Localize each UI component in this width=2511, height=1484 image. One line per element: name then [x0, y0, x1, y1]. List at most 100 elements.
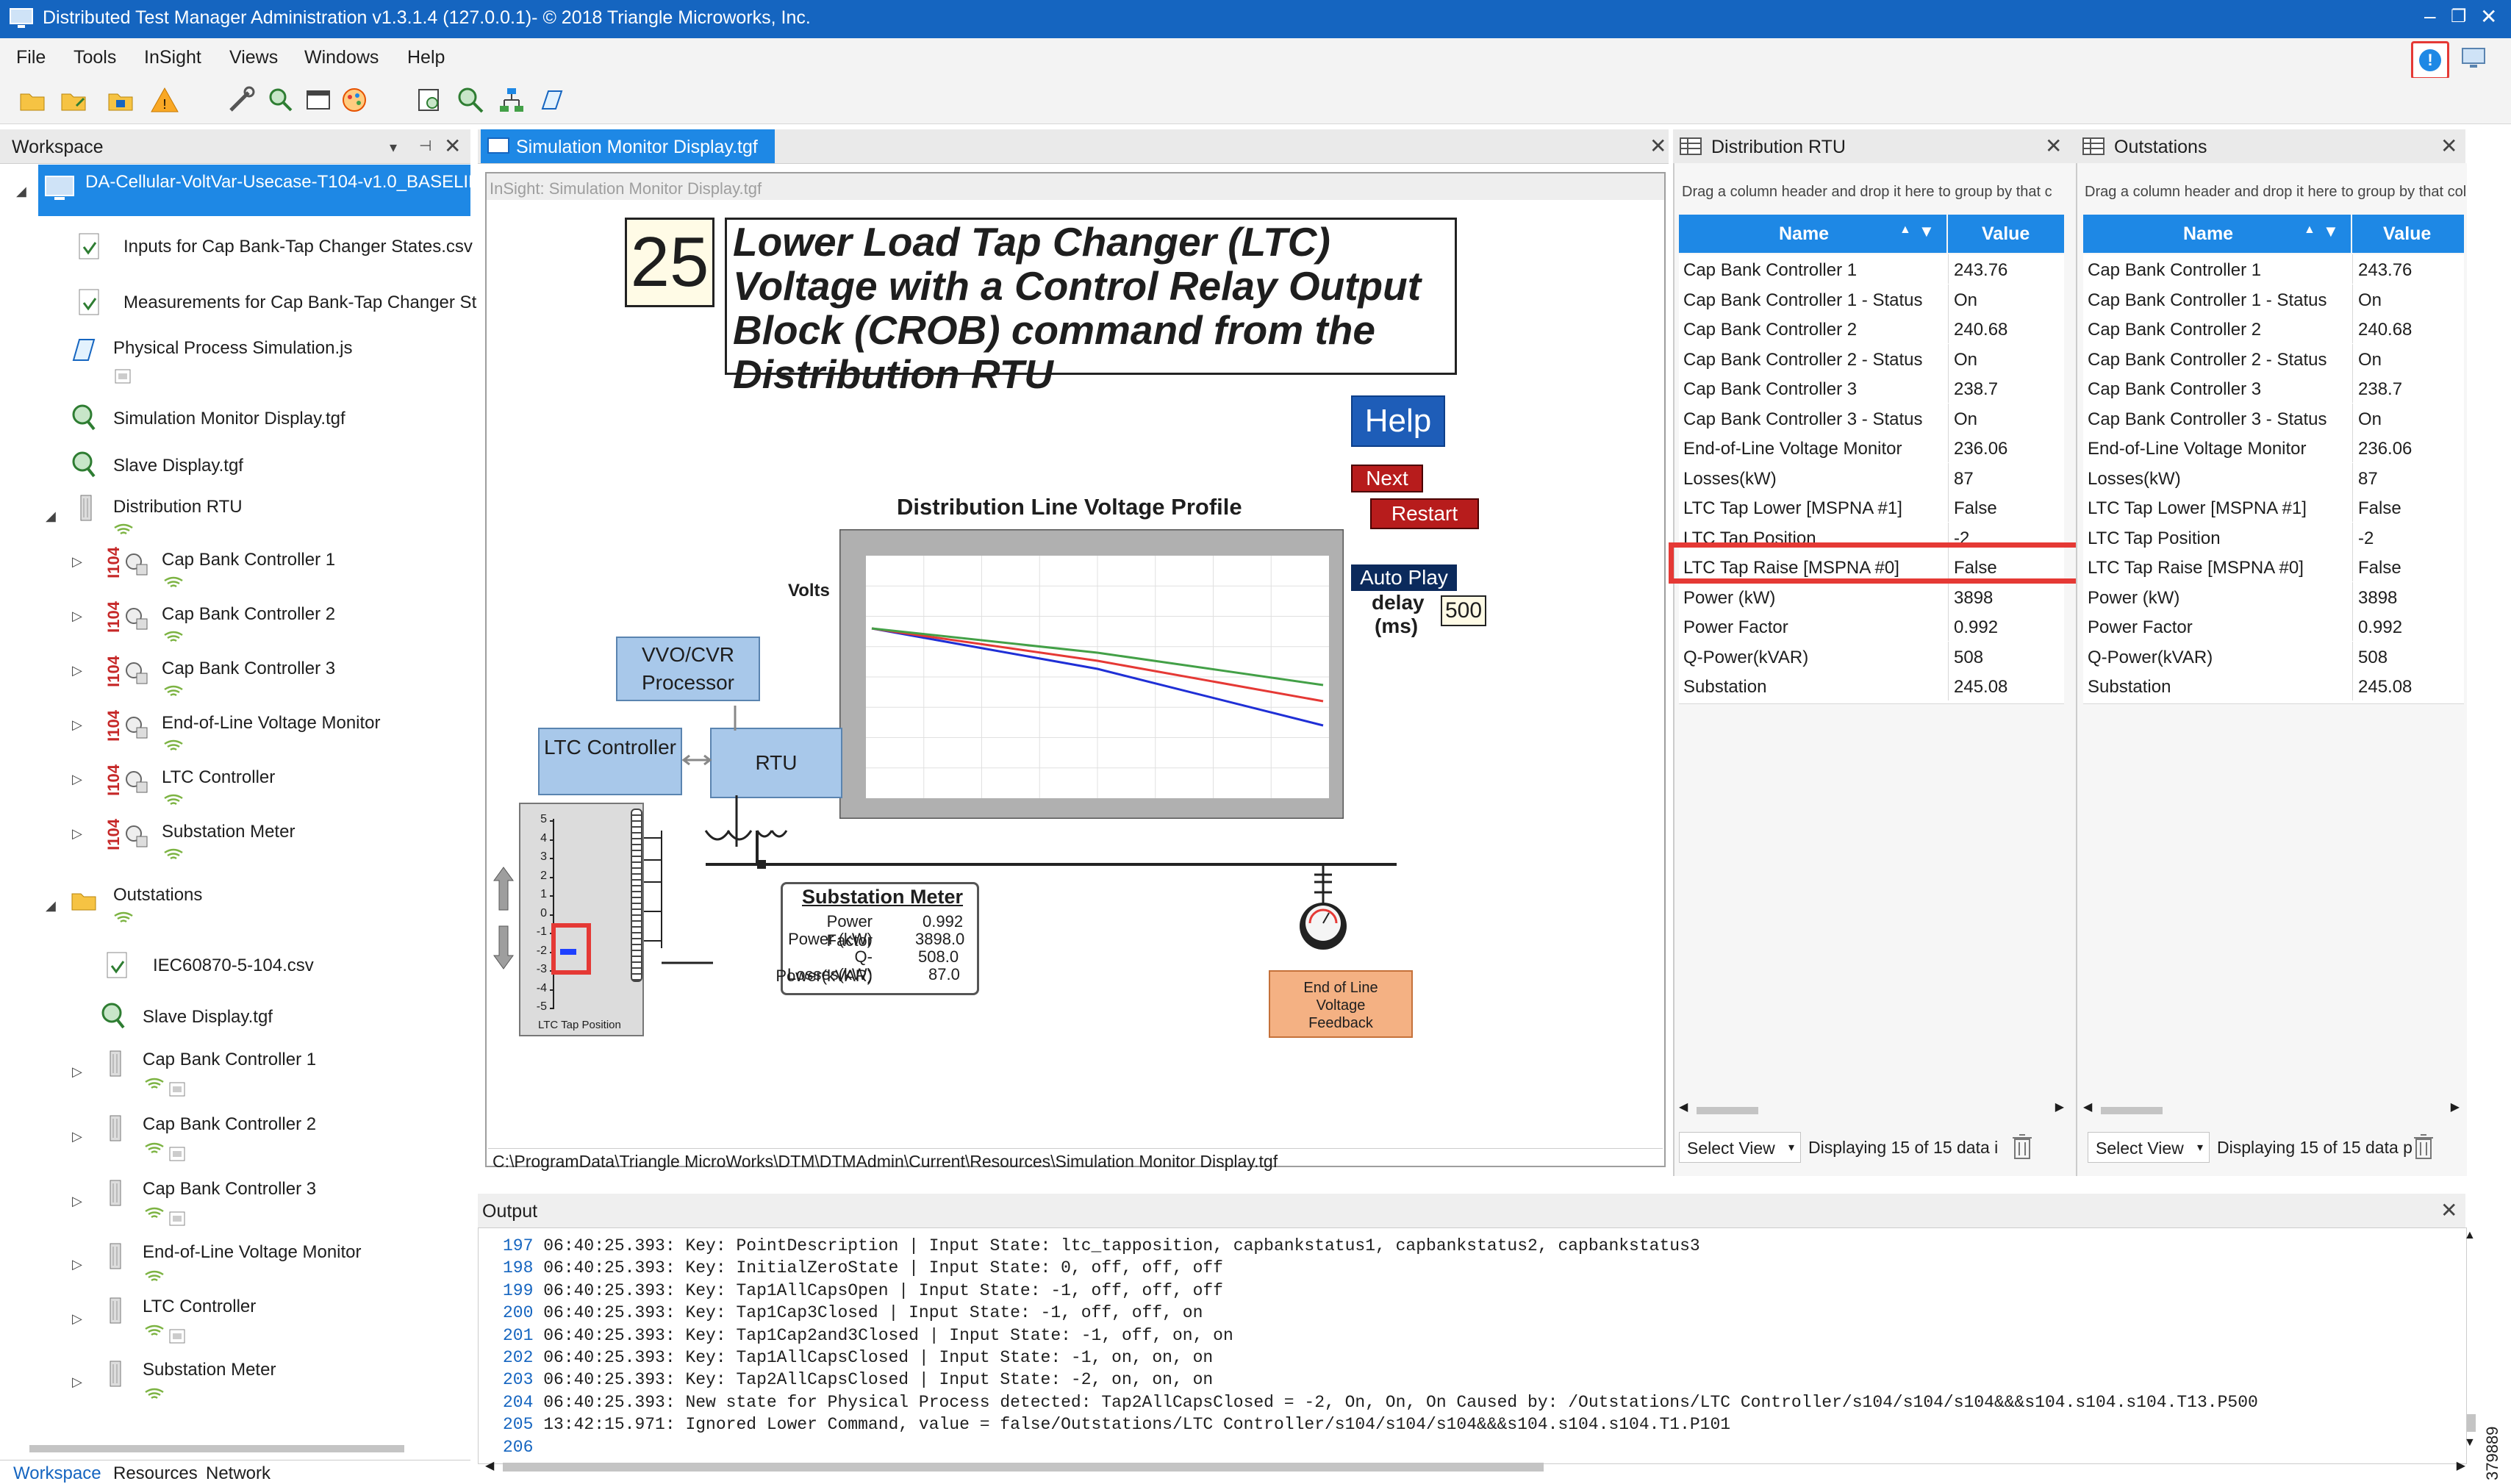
table-row[interactable]: Cap Bank Controller 3 - Status On: [1679, 403, 2064, 437]
network-tree-icon[interactable]: [497, 85, 526, 115]
filter-icon[interactable]: ▼: [1919, 222, 1935, 241]
collapse-icon[interactable]: ◢: [16, 184, 26, 199]
table-row[interactable]: Cap Bank Controller 3 238.7: [2083, 373, 2464, 406]
col-header-value[interactable]: Value: [2352, 215, 2464, 253]
meter-label: Power (kW): [788, 930, 873, 948]
delay-input[interactable]: 500: [1441, 595, 1486, 626]
autoplay-button[interactable]: Auto Play: [1351, 564, 1457, 591]
restore-icon[interactable]: ❐: [2451, 6, 2467, 27]
tap-up-down-arrows[interactable]: [492, 866, 515, 970]
table-row[interactable]: Power (kW) 3898: [1679, 581, 2064, 615]
cell-value: 87: [1954, 468, 1974, 489]
table-row[interactable]: Losses(kW) 87: [2083, 462, 2464, 496]
remote-monitor-icon[interactable]: [2460, 46, 2492, 72]
display-edit-icon[interactable]: [415, 85, 444, 115]
table-row[interactable]: Cap Bank Controller 2 - Status On: [1679, 343, 2064, 377]
help-button[interactable]: Help: [1351, 395, 1445, 447]
table-row[interactable]: End-of-Line Voltage Monitor 236.06: [2083, 433, 2464, 466]
table-row[interactable]: Cap Bank Controller 1 - Status On: [2083, 284, 2464, 318]
csv-file-icon: [79, 233, 99, 259]
close-out-icon[interactable]: ✕: [2440, 134, 2457, 158]
output-hscrollbar[interactable]: ◀ ▶: [485, 1460, 2470, 1476]
dropdown-icon[interactable]: ▾: [390, 138, 397, 157]
tap-tick-label: 3: [540, 850, 547, 863]
tree-item-label: Cap Bank Controller 2: [162, 604, 336, 624]
tab-network[interactable]: Network: [206, 1463, 271, 1484]
rtu-hscrollbar[interactable]: ◀ ▶: [1679, 1101, 2064, 1117]
save-icon[interactable]: [106, 85, 135, 115]
menu-file[interactable]: File: [16, 47, 46, 68]
tab-workspace[interactable]: Workspace: [13, 1463, 101, 1484]
table-row[interactable]: Cap Bank Controller 3 238.7: [1679, 373, 2064, 406]
output-vscrollbar[interactable]: ▲ ▼: [2464, 1229, 2479, 1449]
tap-tick-label: 0: [540, 906, 547, 920]
out-hscrollbar[interactable]: ◀ ▶: [2083, 1101, 2464, 1117]
table-row[interactable]: Cap Bank Controller 2 - Status On: [2083, 343, 2464, 377]
cell-value: False: [2358, 558, 2401, 578]
window-icon[interactable]: [304, 85, 334, 115]
col-header-name[interactable]: Name ▲ ▼: [2083, 215, 2351, 253]
output-title: Output: [482, 1201, 538, 1222]
trash-icon[interactable]: [2413, 1133, 2435, 1160]
table-row[interactable]: LTC Tap Position -2: [2083, 522, 2464, 556]
rtu-select-view[interactable]: Select View ▾: [1679, 1132, 1801, 1163]
close-output-icon[interactable]: ✕: [2440, 1198, 2457, 1222]
col-header-value[interactable]: Value: [1948, 215, 2064, 253]
menu-help[interactable]: Help: [407, 47, 445, 68]
close-workspace-icon[interactable]: ✕: [444, 134, 461, 158]
table-row[interactable]: LTC Tap Lower [MSPNA #1] False: [2083, 492, 2464, 526]
table-row[interactable]: Cap Bank Controller 1 - Status On: [1679, 284, 2064, 318]
menu-views[interactable]: Views: [229, 47, 278, 68]
wifi-icon: [164, 576, 183, 588]
tools-icon[interactable]: [226, 85, 256, 115]
open-folder-icon[interactable]: [18, 85, 47, 115]
collapse-icon[interactable]: ◢: [46, 509, 56, 524]
menu-windows[interactable]: Windows: [304, 47, 379, 68]
open-workspace-icon[interactable]: [59, 85, 88, 115]
table-row[interactable]: Cap Bank Controller 3 - Status On: [2083, 403, 2464, 437]
close-rtu-icon[interactable]: ✕: [2045, 134, 2062, 158]
table-row[interactable]: Cap Bank Controller 1 243.76: [2083, 254, 2464, 287]
table-row[interactable]: Cap Bank Controller 2 240.68: [2083, 314, 2464, 347]
table-row[interactable]: LTC Tap Lower [MSPNA #1] False: [1679, 492, 2064, 526]
table-row[interactable]: Substation 245.08: [2083, 671, 2464, 704]
collapse-icon[interactable]: ◢: [46, 898, 56, 914]
filter-icon[interactable]: ▼: [2323, 222, 2339, 241]
close-sim-icon[interactable]: ✕: [1649, 134, 1666, 158]
insight-search-icon[interactable]: [266, 85, 295, 115]
next-button[interactable]: Next: [1351, 465, 1423, 492]
warning-icon[interactable]: !: [150, 85, 179, 115]
trash-icon[interactable]: [2011, 1133, 2033, 1160]
table-row[interactable]: LTC Tap Raise [MSPNA #0] False: [2083, 552, 2464, 585]
table-row[interactable]: Losses(kW) 87: [1679, 462, 2064, 496]
workspace-hscrollbar[interactable]: [12, 1441, 468, 1455]
restart-button[interactable]: Restart: [1370, 498, 1479, 529]
tab-sim-monitor[interactable]: Simulation Monitor Display.tgf: [481, 129, 775, 163]
table-row[interactable]: Q-Power(kVAR) 508: [1679, 641, 2064, 675]
palette-icon[interactable]: [340, 85, 369, 115]
cell-value: 240.68: [2358, 320, 2413, 340]
table-row[interactable]: Power (kW) 3898: [2083, 581, 2464, 615]
script-icon[interactable]: [537, 85, 566, 115]
pin-icon[interactable]: ⊣: [419, 137, 431, 155]
col-header-name[interactable]: Name ▲ ▼: [1679, 215, 1946, 253]
table-row[interactable]: Cap Bank Controller 1 243.76: [1679, 254, 2064, 287]
out-select-view[interactable]: Select View ▾: [2088, 1132, 2210, 1163]
table-row[interactable]: End-of-Line Voltage Monitor 236.06: [1679, 433, 2064, 466]
tab-resources[interactable]: Resources: [113, 1463, 198, 1484]
display-file-icon: [101, 1003, 125, 1029]
workspace-tabs: Workspace Resources Network: [0, 1460, 470, 1484]
close-icon[interactable]: ✕: [2480, 4, 2497, 29]
menu-tools[interactable]: Tools: [74, 47, 116, 68]
table-row[interactable]: Cap Bank Controller 2 240.68: [1679, 314, 2064, 347]
cell-name: Cap Bank Controller 1: [1683, 260, 1858, 280]
menu-insight[interactable]: InSight: [144, 47, 201, 68]
table-row[interactable]: Power Factor 0.992: [2083, 612, 2464, 645]
minimize-icon[interactable]: –: [2424, 4, 2436, 28]
table-row[interactable]: Substation 245.08: [1679, 671, 2064, 704]
table-row[interactable]: Q-Power(kVAR) 508: [2083, 641, 2464, 675]
table-row[interactable]: Power Factor 0.992: [1679, 612, 2064, 645]
zoom-icon[interactable]: [456, 85, 485, 115]
window-title: Distributed Test Manager Administration …: [43, 7, 811, 28]
notification-button[interactable]: !: [2411, 41, 2449, 79]
